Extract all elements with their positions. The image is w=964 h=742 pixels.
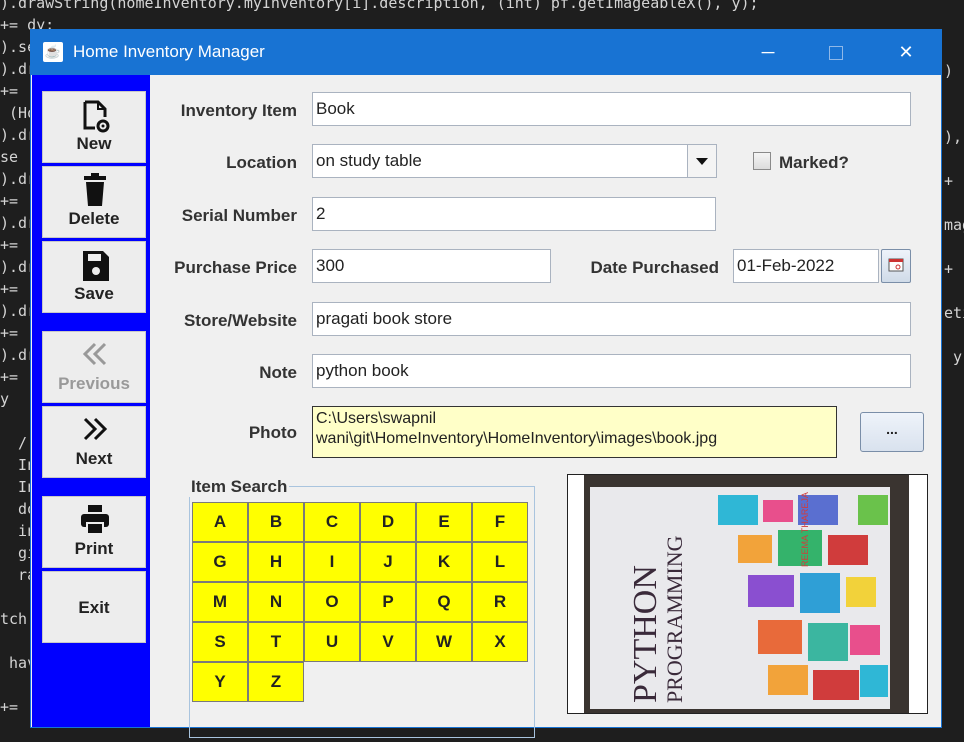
purchase-price-field[interactable]: 300 xyxy=(312,249,551,283)
location-label: Location xyxy=(226,153,297,172)
letter-button-k[interactable]: K xyxy=(416,542,472,582)
calendar-icon xyxy=(888,258,904,272)
letter-button-b[interactable]: B xyxy=(248,502,304,542)
letter-button-l[interactable]: L xyxy=(472,542,528,582)
note-label: Note xyxy=(259,363,297,382)
letter-button-i[interactable]: I xyxy=(304,542,360,582)
letter-button-n[interactable]: N xyxy=(248,582,304,622)
letter-button-r[interactable]: R xyxy=(472,582,528,622)
letter-button-y[interactable]: Y xyxy=(192,662,248,702)
letter-button-a[interactable]: A xyxy=(192,502,248,542)
letter-button-s[interactable]: S xyxy=(192,622,248,662)
code-line: / xyxy=(0,434,28,452)
floppy-disk-icon xyxy=(83,251,109,281)
new-button-label: New xyxy=(76,134,112,153)
double-chevron-left-icon xyxy=(82,342,107,366)
next-button-label: Next xyxy=(75,449,113,468)
photo-path-field: C:\Users\swapnil wani\git\HomeInventory\… xyxy=(312,406,837,458)
letter-button-t[interactable]: T xyxy=(248,622,304,662)
letter-button-x[interactable]: X xyxy=(472,622,528,662)
letter-button-m[interactable]: M xyxy=(192,582,248,622)
browse-photo-button[interactable]: ... xyxy=(860,412,924,452)
close-button[interactable]: ✕ xyxy=(883,37,929,67)
print-button-label: Print xyxy=(74,539,114,558)
code-line: se xyxy=(0,148,19,166)
letter-button-j[interactable]: J xyxy=(360,542,416,582)
book-title-text: PYTHON xyxy=(627,565,664,703)
serial-number-label: Serial Number xyxy=(181,206,297,225)
letter-button-c[interactable]: C xyxy=(304,502,360,542)
book-subtitle-text: PROGRAMMING xyxy=(662,535,687,703)
code-line: ).drawString(homeInventory.myInventory[i… xyxy=(0,0,759,12)
new-button[interactable]: New xyxy=(42,91,146,163)
previous-button-label: Previous xyxy=(58,374,130,393)
exit-button-label: Exit xyxy=(78,598,110,617)
code-fragment: mag xyxy=(944,216,964,234)
photo-label: Photo xyxy=(248,423,297,442)
code-line: y xyxy=(0,390,10,408)
letter-button-v[interactable]: V xyxy=(360,622,416,662)
inventory-item-label: Inventory Item xyxy=(180,101,297,120)
next-button[interactable]: Next xyxy=(42,406,146,478)
inventory-item-field[interactable]: Book xyxy=(312,92,911,126)
code-fragment: ), xyxy=(944,128,963,146)
letter-button-h[interactable]: H xyxy=(248,542,304,582)
code-fragment: eti xyxy=(944,304,964,322)
window-title: Home Inventory Manager xyxy=(73,42,265,61)
new-file-icon xyxy=(83,100,110,133)
photo-path-line-2: wani\git\HomeInventory\HomeInventory\ima… xyxy=(316,430,718,447)
date-purchased-label: Date Purchased xyxy=(590,258,720,277)
exit-button[interactable]: Exit xyxy=(42,571,146,643)
purchase-price-label: Purchase Price xyxy=(174,258,297,277)
delete-button-label: Delete xyxy=(68,209,120,228)
store-website-label: Store/Website xyxy=(183,311,297,330)
letter-button-w[interactable]: W xyxy=(416,622,472,662)
previous-button[interactable]: Previous xyxy=(42,331,146,403)
letter-button-d[interactable]: D xyxy=(360,502,416,542)
save-button-label: Save xyxy=(74,284,114,303)
printer-icon xyxy=(81,505,109,535)
java-app-icon: ☕ xyxy=(43,42,63,62)
double-chevron-right-icon xyxy=(83,417,108,441)
title-bar[interactable]: ☕ Home Inventory Manager ─ ✕ xyxy=(31,30,941,75)
location-dropdown-button[interactable] xyxy=(687,144,717,178)
code-fragment: + xyxy=(944,260,963,278)
photo-display: PYTHON PROGRAMMING REEMA THAREJA xyxy=(567,474,928,714)
print-button[interactable]: Print xyxy=(42,496,146,568)
store-website-field[interactable]: pragati book store xyxy=(312,302,911,336)
letter-button-p[interactable]: P xyxy=(360,582,416,622)
book-author-text: REEMA THAREJA xyxy=(800,492,810,567)
letter-button-g[interactable]: G xyxy=(192,542,248,582)
letter-button-e[interactable]: E xyxy=(416,502,472,542)
note-field[interactable]: python book xyxy=(312,354,911,388)
minimize-button[interactable]: ─ xyxy=(745,37,791,67)
maximize-icon xyxy=(829,46,843,61)
calendar-button[interactable] xyxy=(881,249,911,283)
chevron-down-icon xyxy=(696,158,708,165)
letter-button-u[interactable]: U xyxy=(304,622,360,662)
code-line: += xyxy=(0,698,28,716)
code-fragment: + xyxy=(944,172,963,190)
trash-icon xyxy=(84,173,106,206)
date-purchased-field[interactable]: 01-Feb-2022 xyxy=(733,249,879,283)
letter-button-z[interactable]: Z xyxy=(248,662,304,702)
letter-button-o[interactable]: O xyxy=(304,582,360,622)
code-fragment: y xyxy=(944,348,963,366)
code-line: tch xyxy=(0,610,28,628)
item-search-title: Item Search xyxy=(189,477,290,497)
maximize-button[interactable] xyxy=(813,37,859,67)
delete-button[interactable]: Delete xyxy=(42,166,146,238)
marked-label: Marked? xyxy=(779,153,849,172)
letter-button-q[interactable]: Q xyxy=(416,582,472,622)
photo-path-line-1: C:\Users\swapnil xyxy=(316,410,437,427)
code-fragment: ) xyxy=(944,62,954,80)
marked-checkbox[interactable] xyxy=(753,152,771,170)
save-button[interactable]: Save xyxy=(42,241,146,313)
book-cover-photo: PYTHON PROGRAMMING REEMA THAREJA xyxy=(568,475,927,713)
home-inventory-window: ☕ Home Inventory Manager ─ ✕ New Delete xyxy=(30,29,942,738)
serial-number-field[interactable]: 2 xyxy=(312,197,716,231)
toolbar-sidebar: New Delete Save Previous Next Print Exit xyxy=(32,75,150,727)
letter-button-f[interactable]: F xyxy=(472,502,528,542)
location-combo[interactable]: on study table xyxy=(312,144,688,178)
